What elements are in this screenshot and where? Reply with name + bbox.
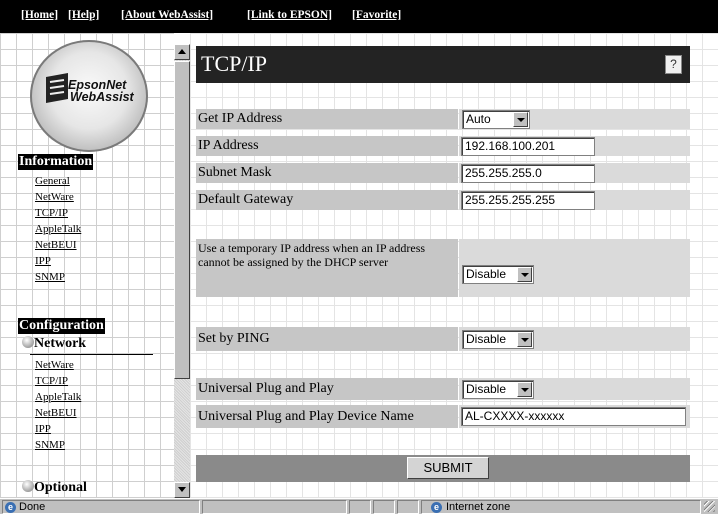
default-gateway-cell: 255.255.255.255 <box>459 190 690 210</box>
temporary-ip-select[interactable]: Disable <box>462 265 534 284</box>
top-nav-bar: [Home] [Help] [About WebAssist] [Link to… <box>0 0 718 33</box>
main-content-frame: TCP/IP ? Get IP Address Auto IP Address … <box>190 33 718 498</box>
network-link-netware[interactable]: NetWare <box>35 359 74 372</box>
default-gateway-input[interactable]: 255.255.255.255 <box>461 191 595 210</box>
submit-button[interactable]: SUBMIT <box>407 457 489 479</box>
information-heading: Information <box>18 154 94 170</box>
default-gateway-label: Default Gateway <box>196 190 458 210</box>
get-ip-address-select[interactable]: Auto <box>462 110 530 129</box>
nav-link-about-webassist[interactable]: [About WebAssist] <box>121 9 213 21</box>
status-pane-4 <box>373 500 395 514</box>
optional-heading[interactable]: Optional <box>34 480 87 496</box>
status-pane-main: e Done <box>2 500 200 514</box>
radio-bullet-icon <box>22 336 34 348</box>
temporary-ip-cell: Disable <box>459 239 690 297</box>
info-link-tcp-ip[interactable]: TCP/IP <box>35 207 68 220</box>
page-title: TCP/IP <box>201 51 268 76</box>
get-ip-address-label: Get IP Address <box>196 109 458 129</box>
ie-globe-icon: e <box>431 502 442 513</box>
network-link-tcp-ip[interactable]: TCP/IP <box>35 375 68 388</box>
upnp-value: Disable <box>466 382 507 396</box>
left-nav-frame: EpsonNet WebAssist Information General Ne… <box>0 33 174 498</box>
nav-link-help[interactable]: [Help] <box>68 9 99 21</box>
get-ip-address-value: Auto <box>466 112 491 126</box>
nav-link-home[interactable]: [Home] <box>21 9 58 21</box>
network-heading[interactable]: Network <box>34 336 86 352</box>
subnet-mask-cell: 255.255.255.0 <box>459 163 690 183</box>
zone-text: Internet zone <box>446 501 511 513</box>
epson-logo-icon <box>46 73 68 103</box>
chevron-down-icon <box>517 332 532 347</box>
epsonnet-webassist-logo: EpsonNet WebAssist <box>30 40 148 152</box>
upnp-label: Universal Plug and Play <box>196 378 458 400</box>
network-link-snmp[interactable]: SNMP <box>35 439 65 452</box>
ip-address-label: IP Address <box>196 136 458 156</box>
network-link-appletalk[interactable]: AppleTalk <box>35 391 81 404</box>
chevron-down-icon <box>513 112 528 127</box>
resize-grip[interactable] <box>704 501 715 512</box>
ip-address-input[interactable]: 192.168.100.201 <box>461 137 595 156</box>
nav-link-favorite[interactable]: [Favorite] <box>352 9 401 21</box>
question-mark-icon[interactable]: ? <box>665 55 682 74</box>
info-link-snmp[interactable]: SNMP <box>35 271 65 284</box>
upnp-select[interactable]: Disable <box>462 380 534 399</box>
subnet-mask-label: Subnet Mask <box>196 163 458 183</box>
info-link-netbeui[interactable]: NetBEUI <box>35 239 77 252</box>
logo-text-webassist: WebAssist <box>70 90 134 104</box>
status-text: Done <box>19 501 46 513</box>
get-ip-address-cell: Auto <box>459 109 690 129</box>
status-pane-3 <box>349 500 371 514</box>
title-bar: TCP/IP ? <box>196 46 690 83</box>
status-pane-2 <box>202 500 347 514</box>
subnet-mask-input[interactable]: 255.255.255.0 <box>461 164 595 183</box>
arrow-down-icon <box>178 487 186 492</box>
status-pane-zone: e Internet zone <box>421 500 701 514</box>
scroll-thumb[interactable] <box>174 61 190 379</box>
network-link-netbeui[interactable]: NetBEUI <box>35 407 77 420</box>
network-link-ipp[interactable]: IPP <box>35 423 51 436</box>
set-by-ping-cell: Disable <box>459 327 690 351</box>
scroll-up-button[interactable] <box>174 44 190 60</box>
upnp-cell: Disable <box>459 378 690 400</box>
set-by-ping-label: Set by PING <box>196 327 458 351</box>
upnp-device-name-label: Universal Plug and Play Device Name <box>196 405 458 428</box>
upnp-device-name-cell: AL-CXXXX-xxxxxx <box>459 405 690 428</box>
info-link-netware[interactable]: NetWare <box>35 191 74 204</box>
ie-page-icon: e <box>5 502 16 513</box>
info-link-ipp[interactable]: IPP <box>35 255 51 268</box>
upnp-device-name-input[interactable]: AL-CXXXX-xxxxxx <box>461 407 686 426</box>
scroll-down-button[interactable] <box>174 482 190 498</box>
ip-address-cell: 192.168.100.201 <box>459 136 690 156</box>
temporary-ip-label: Use a temporary IP address when an IP ad… <box>196 239 458 297</box>
submit-bar: SUBMIT <box>196 455 690 482</box>
status-pane-5 <box>397 500 419 514</box>
set-by-ping-value: Disable <box>466 332 507 346</box>
network-divider <box>30 354 153 355</box>
browser-status-bar: e Done e Internet zone <box>0 498 718 514</box>
configuration-heading: Configuration <box>18 318 105 334</box>
nav-link-epson[interactable]: [Link to EPSON] <box>247 9 332 21</box>
arrow-up-icon <box>178 49 186 54</box>
chevron-down-icon <box>517 267 532 282</box>
info-link-appletalk[interactable]: AppleTalk <box>35 223 81 236</box>
left-frame-scrollbar[interactable] <box>174 44 190 498</box>
radio-bullet-icon <box>22 480 34 492</box>
chevron-down-icon <box>517 382 532 397</box>
set-by-ping-select[interactable]: Disable <box>462 330 534 349</box>
info-link-general[interactable]: General <box>35 175 70 188</box>
temporary-ip-value: Disable <box>466 267 507 281</box>
